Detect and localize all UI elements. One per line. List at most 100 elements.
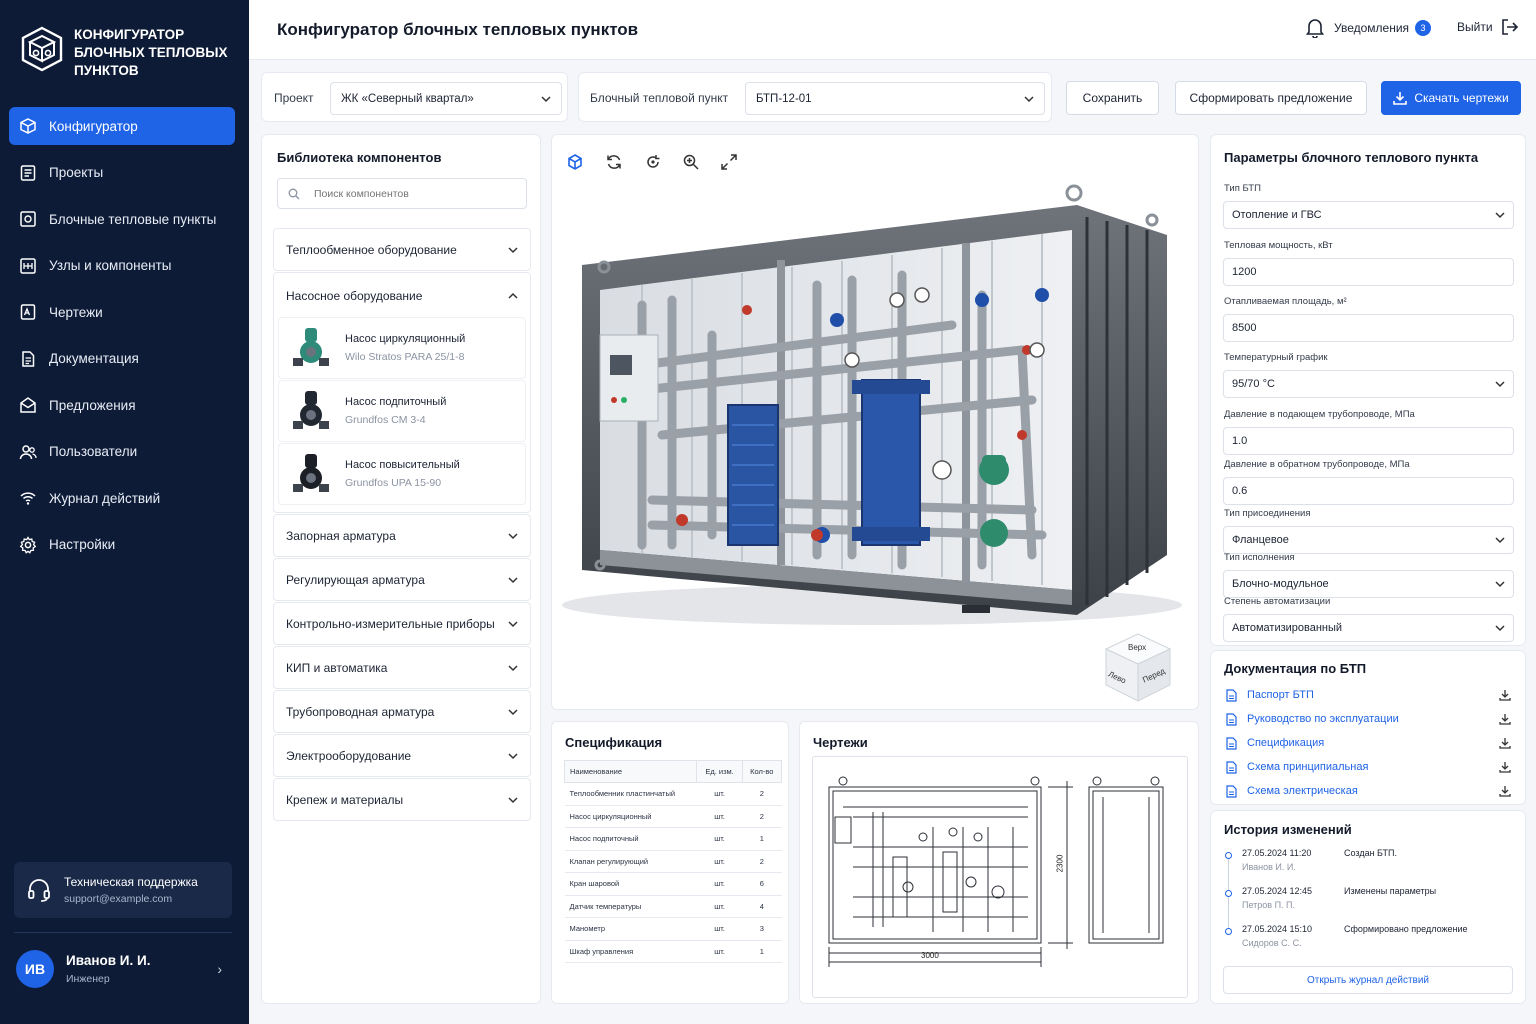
logout-button[interactable]: Выйти bbox=[1457, 18, 1519, 36]
table-row: Насос циркуляционный шт. 2 bbox=[564, 804, 782, 828]
documentation-panel: Документация по БТП Паспорт БТП Руководст… bbox=[1210, 650, 1526, 805]
user-role: Инженер bbox=[66, 973, 110, 985]
component-card[interactable]: Насос циркуляционный Wilo Stratos PARA 25… bbox=[278, 317, 526, 379]
param-input[interactable]: 1.0 bbox=[1223, 427, 1514, 455]
sidebar-item-label: Документация bbox=[49, 351, 139, 366]
library-group[interactable]: Трубопроводная арматура bbox=[273, 690, 531, 733]
param-select[interactable]: 95/70 °С bbox=[1223, 370, 1514, 398]
cube-view-icon[interactable] bbox=[566, 153, 584, 171]
sidebar-item-8[interactable]: Журнал действий bbox=[9, 479, 235, 517]
doc-link[interactable]: Спецификация bbox=[1226, 731, 1511, 755]
chevron-down-icon bbox=[541, 95, 551, 102]
component-model: Grundfos UPA 15-90 bbox=[345, 477, 442, 489]
spec-cell-name: Клапан регулирующий bbox=[564, 849, 697, 873]
library-group-label: Электрооборудование bbox=[286, 748, 412, 763]
sidebar-item-7[interactable]: Пользователи bbox=[9, 433, 235, 471]
spec-cell-qty: 2 bbox=[742, 782, 782, 806]
param-value: 95/70 °С bbox=[1232, 378, 1275, 390]
spec-col-qty: Кол-во bbox=[741, 760, 783, 783]
chevron-down-icon bbox=[508, 796, 518, 803]
library-group[interactable]: Теплообменное оборудование bbox=[273, 228, 531, 271]
generate-offer-button[interactable]: Сформировать предложение bbox=[1175, 81, 1367, 115]
spec-cell-unit: шт. bbox=[696, 804, 743, 828]
library-group[interactable]: Крепеж и материалы bbox=[273, 778, 531, 821]
sidebar-item-2[interactable]: Блочные тепловые пункты bbox=[9, 200, 235, 238]
download-icon[interactable] bbox=[1499, 713, 1511, 725]
history-event: Сформировано предложение bbox=[1344, 924, 1468, 934]
btp-select[interactable]: БТП-12-01 bbox=[745, 82, 1045, 115]
param-select[interactable]: Автоматизированный bbox=[1223, 614, 1514, 642]
notifications-button[interactable]: Уведомления 3 bbox=[1306, 18, 1432, 38]
table-row: Насос подпиточный шт. 1 bbox=[564, 827, 782, 851]
gear-icon bbox=[19, 535, 37, 554]
doc-link[interactable]: Схема электрическая bbox=[1226, 779, 1511, 803]
history-user: Петров П. П. bbox=[1242, 900, 1296, 910]
param-input[interactable]: 1200 bbox=[1223, 258, 1514, 286]
param-select[interactable]: Фланцевое bbox=[1223, 526, 1514, 554]
file-icon bbox=[1226, 688, 1237, 702]
user-card[interactable]: ИВ Иванов И. И. Инженер › bbox=[16, 950, 234, 988]
drawing-sheet[interactable]: 3000 2300 bbox=[812, 756, 1188, 998]
download-drawings-button[interactable]: Скачать чертежи bbox=[1381, 81, 1521, 115]
download-icon[interactable] bbox=[1499, 737, 1511, 749]
spec-cell-qty: 2 bbox=[742, 804, 782, 828]
param-input[interactable]: 8500 bbox=[1223, 314, 1514, 342]
params-title: Параметры блочного теплового пункта bbox=[1224, 150, 1479, 165]
param-value: 1200 bbox=[1232, 266, 1257, 278]
project-select[interactable]: ЖК «Северный квартал» bbox=[330, 82, 562, 115]
save-button[interactable]: Сохранить bbox=[1066, 81, 1159, 115]
drawings-panel: Чертежи 3000 2300 bbox=[799, 721, 1199, 1004]
sidebar-item-3[interactable]: Узлы и компоненты bbox=[9, 247, 235, 285]
chevron-right-icon[interactable]: › bbox=[217, 961, 222, 977]
sidebar-item-6[interactable]: Предложения bbox=[9, 386, 235, 424]
rotate-icon[interactable] bbox=[605, 153, 623, 171]
component-name: Насос подпиточный bbox=[345, 396, 447, 408]
open-log-button[interactable]: Открыть журнал действий bbox=[1223, 966, 1513, 994]
component-card[interactable]: Насос повысительный Grundfos UPA 15-90 bbox=[278, 443, 526, 505]
doc-link[interactable]: Паспорт БТП bbox=[1226, 683, 1511, 707]
doc-link[interactable]: Схема принципиальная bbox=[1226, 755, 1511, 779]
library-group[interactable]: КИП и автоматика bbox=[273, 646, 531, 689]
library-group[interactable]: Электрооборудование bbox=[273, 734, 531, 777]
sidebar-item-5[interactable]: Документация bbox=[9, 340, 235, 378]
doc-link[interactable]: Руководство по эксплуатации bbox=[1226, 707, 1511, 731]
history-item: 27.05.2024 12:45 Петров П. П. Изменены пар… bbox=[1224, 886, 1514, 924]
chevron-down-icon bbox=[508, 708, 518, 715]
library-group[interactable]: Регулирующая арматура bbox=[273, 558, 531, 601]
download-icon[interactable] bbox=[1499, 761, 1511, 773]
component-search[interactable] bbox=[277, 178, 527, 209]
chevron-down-icon bbox=[508, 752, 518, 759]
search-input[interactable] bbox=[314, 187, 514, 200]
download-icon[interactable] bbox=[1499, 785, 1511, 797]
app-logo[interactable]: Конфигуратор блочных тепловых пунктов bbox=[20, 26, 234, 80]
btp-label: Блочный тепловой пункт bbox=[590, 91, 729, 105]
library-group[interactable]: Запорная арматура bbox=[273, 514, 531, 557]
component-library: Библиотека компонентов Теплообменное обо… bbox=[261, 134, 541, 1004]
fullscreen-icon[interactable] bbox=[720, 153, 738, 171]
doc-label: Схема электрическая bbox=[1247, 785, 1358, 797]
sidebar-item-label: Проекты bbox=[49, 165, 104, 180]
sidebar-item-4[interactable]: Чертежи bbox=[9, 293, 235, 331]
sidebar-item-0[interactable]: Конфигуратор bbox=[9, 107, 235, 145]
param-input[interactable]: 0.6 bbox=[1223, 477, 1514, 505]
pump-icon bbox=[293, 328, 329, 366]
support-card[interactable]: Техническая поддержка support@example.co… bbox=[14, 862, 232, 918]
param-select[interactable]: Отопление и ГВС bbox=[1223, 201, 1514, 229]
doc-label: Спецификация bbox=[1247, 737, 1325, 749]
library-group[interactable]: Насосное оборудование bbox=[274, 274, 530, 317]
reset-view-icon[interactable] bbox=[644, 153, 662, 171]
sidebar-item-1[interactable]: Проекты bbox=[9, 154, 235, 192]
component-model: Wilo Stratos PARA 25/1-8 bbox=[345, 351, 465, 363]
spec-cell-unit: шт. bbox=[696, 827, 743, 851]
3d-viewer[interactable]: Верх Лево Перед bbox=[551, 134, 1199, 710]
download-icon[interactable] bbox=[1499, 689, 1511, 701]
download-icon bbox=[1393, 92, 1408, 105]
sidebar-item-9[interactable]: Настройки bbox=[9, 526, 235, 564]
zoom-in-icon[interactable] bbox=[682, 153, 700, 171]
chevron-down-icon bbox=[508, 664, 518, 671]
library-group[interactable]: Контрольно-измерительные приборы bbox=[273, 602, 531, 645]
param-select[interactable]: Блочно-модульное bbox=[1223, 570, 1514, 598]
spec-cell-name: Насос подпиточный bbox=[564, 827, 697, 851]
support-email[interactable]: support@example.com bbox=[64, 893, 198, 905]
component-card[interactable]: Насос подпиточный Grundfos CM 3-4 bbox=[278, 380, 526, 442]
